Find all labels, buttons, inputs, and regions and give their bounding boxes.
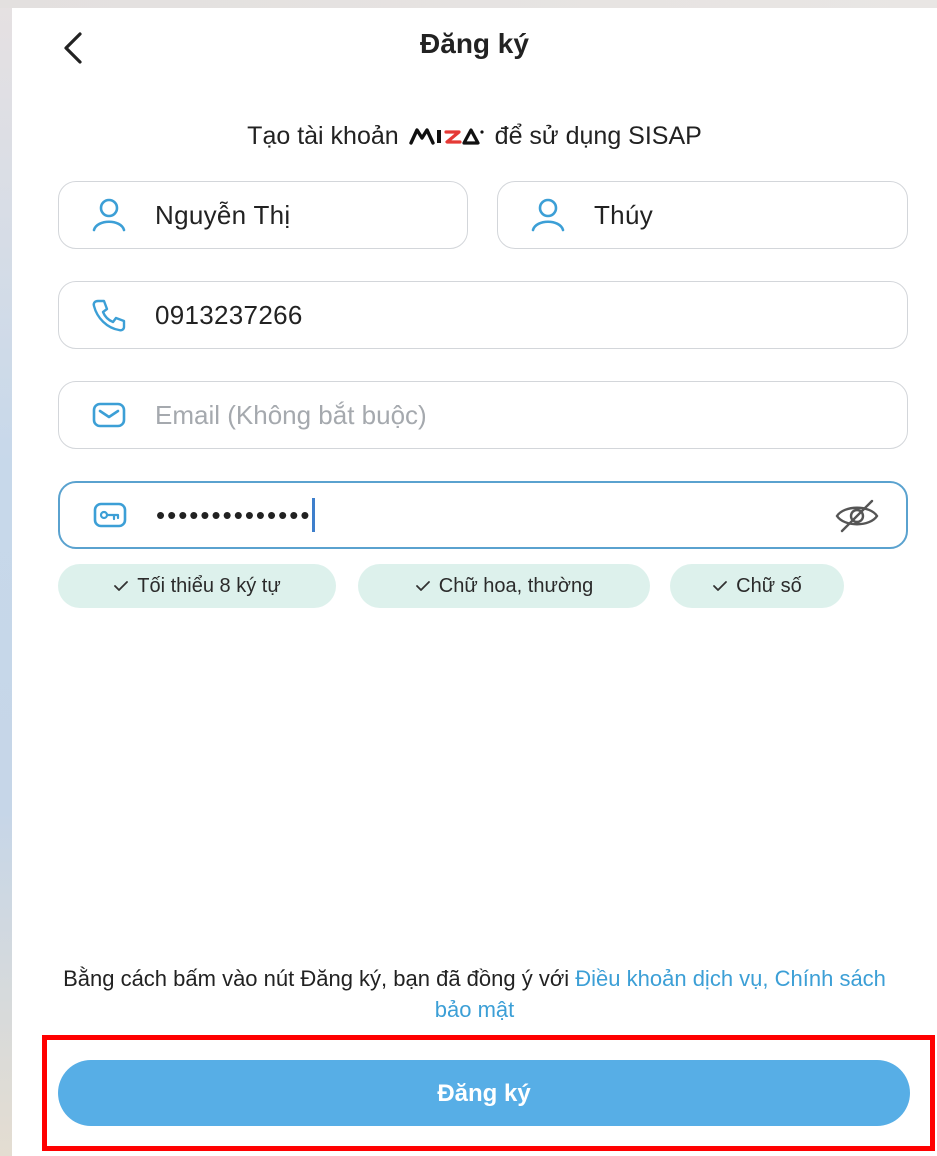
- rule-label: Chữ số: [736, 574, 802, 597]
- rule-label: Chữ hoa, thường: [438, 574, 594, 597]
- check-icon: [114, 581, 129, 591]
- eye-off-icon: [835, 499, 879, 533]
- password-value: ••••••••••••••: [156, 499, 312, 530]
- rule-min-length-chip: Tối thiểu 8 ký tự: [58, 564, 336, 608]
- rule-digit-chip: Chữ số: [670, 564, 844, 608]
- password-field[interactable]: ••••••••••••••: [58, 481, 908, 549]
- text-cursor: [312, 498, 316, 532]
- email-field[interactable]: [58, 381, 908, 449]
- mail-icon: [92, 402, 126, 428]
- register-button[interactable]: Đăng ký: [58, 1060, 910, 1126]
- rule-case-chip: Chữ hoa, thường: [358, 564, 650, 608]
- email-input[interactable]: [155, 399, 715, 431]
- toggle-password-visibility-button[interactable]: [834, 495, 880, 537]
- subtitle-prefix: Tạo tài khoản: [247, 121, 399, 150]
- check-icon: [415, 581, 430, 591]
- person-icon: [531, 198, 565, 232]
- misa-logo: [408, 126, 485, 146]
- check-icon: [713, 581, 728, 591]
- first-name-field[interactable]: Thúy: [497, 181, 908, 249]
- last-name-field[interactable]: Nguyễn Thị: [58, 181, 468, 249]
- phone-value: 0913237266: [155, 299, 303, 330]
- phone-field[interactable]: 0913237266: [58, 281, 908, 349]
- registration-screen: Đăng ký Tạo tài khoản để sử dụng SISAP N…: [12, 8, 937, 1156]
- rule-label: Tối thiểu 8 ký tự: [137, 574, 281, 597]
- key-icon: [93, 502, 127, 528]
- window-edge-top: [0, 0, 937, 8]
- first-name-value: Thúy: [594, 199, 654, 230]
- terms-notice: Bằng cách bấm vào nút Đăng ký, bạn đã đồ…: [52, 963, 897, 1025]
- last-name-value: Nguyễn Thị: [155, 199, 291, 230]
- subtitle: Tạo tài khoản để sử dụng SISAP: [12, 116, 937, 156]
- page-title: Đăng ký: [420, 28, 529, 59]
- phone-icon: [92, 299, 126, 332]
- subtitle-suffix: để sử dụng SISAP: [494, 121, 702, 150]
- terms-text: Bằng cách bấm vào nút Đăng ký, bạn đã đồ…: [63, 966, 570, 991]
- window-edge: [0, 0, 12, 1156]
- person-icon: [92, 198, 126, 232]
